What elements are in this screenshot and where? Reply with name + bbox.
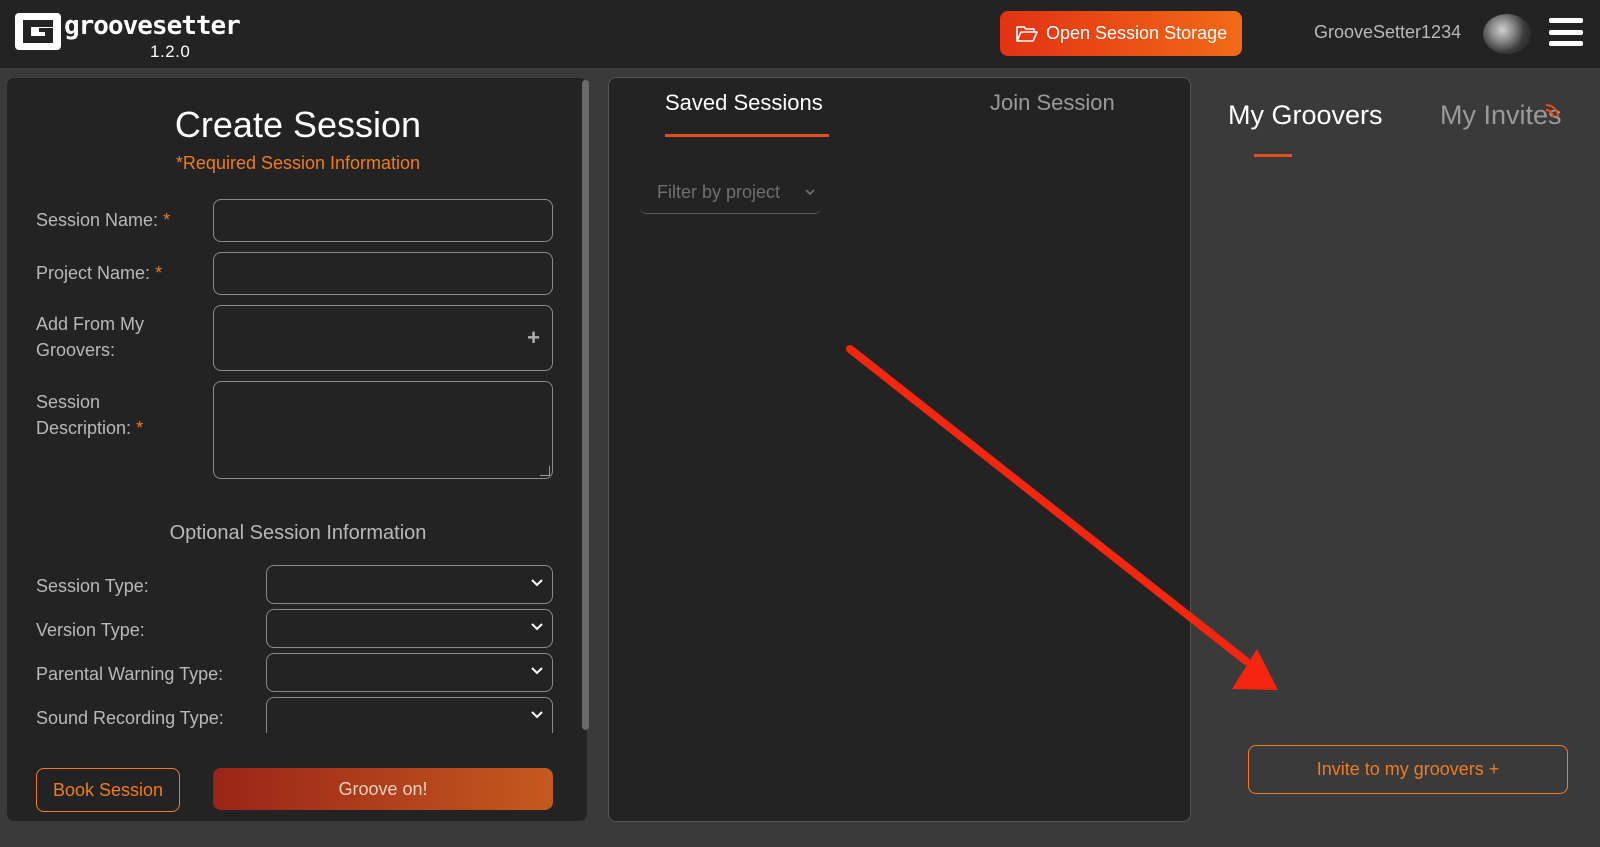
project-name-input[interactable] xyxy=(213,252,553,295)
invite-to-groovers-button[interactable]: Invite to my groovers + xyxy=(1248,745,1568,794)
filter-placeholder: Filter by project xyxy=(657,182,781,202)
chevron-down-icon xyxy=(531,623,543,631)
chevron-down-icon xyxy=(531,711,543,719)
hamburger-menu-icon[interactable] xyxy=(1549,18,1583,46)
app-version: 1.2.0 xyxy=(150,42,191,61)
add-groovers-input[interactable]: + xyxy=(213,305,553,371)
tab-join-session[interactable]: Join Session xyxy=(990,90,1115,116)
active-tab-underline xyxy=(1254,154,1292,157)
parental-warning-type-select[interactable] xyxy=(266,653,553,692)
project-name-label: Project Name: * xyxy=(36,263,163,283)
chevron-down-icon xyxy=(531,667,543,675)
add-groovers-label: Add From My Groovers: xyxy=(36,314,145,360)
logo-text: groovesetter xyxy=(64,11,241,41)
open-session-storage-label: Open Session Storage xyxy=(1046,23,1228,43)
chevron-down-icon xyxy=(805,189,815,196)
sessions-panel: Saved Sessions Join Session Filter by pr… xyxy=(608,77,1191,822)
version-type-select[interactable] xyxy=(266,609,553,648)
create-session-panel: Create Session *Required Session Informa… xyxy=(6,77,588,822)
folder-open-icon xyxy=(1016,25,1038,42)
open-session-storage-button[interactable]: Open Session Storage xyxy=(1000,11,1242,56)
session-name-input[interactable] xyxy=(213,199,553,242)
optional-info-heading: Optional Session Information xyxy=(169,522,427,544)
session-description-textarea[interactable] xyxy=(213,381,553,479)
groovers-panel: My Groovers My Invites Invite to my groo… xyxy=(1200,68,1600,823)
username[interactable]: GrooveSetter1234 xyxy=(1314,22,1461,43)
bottom-strip xyxy=(0,823,1600,847)
resize-handle-icon[interactable] xyxy=(540,466,550,476)
sound-recording-type-select[interactable] xyxy=(266,697,553,733)
parental-warning-type-label: Parental Warning Type: xyxy=(36,664,224,684)
version-type-label: Version Type: xyxy=(36,620,145,640)
book-session-button[interactable]: Book Session xyxy=(36,768,180,812)
logo-g-icon xyxy=(15,13,61,50)
plus-icon[interactable]: + xyxy=(527,325,540,351)
tab-my-groovers[interactable]: My Groovers xyxy=(1228,100,1383,131)
session-type-select[interactable] xyxy=(266,565,553,604)
chevron-down-icon xyxy=(531,579,543,587)
groove-on-button[interactable]: Groove on! xyxy=(213,768,553,810)
notification-signal-icon xyxy=(1545,104,1559,118)
active-tab-underline xyxy=(665,134,829,137)
user-avatar[interactable] xyxy=(1483,14,1531,54)
filter-by-project-select[interactable]: Filter by project xyxy=(639,178,822,214)
app-logo[interactable]: groovesetter xyxy=(15,11,241,50)
create-session-scrollbar[interactable] xyxy=(582,80,589,730)
sound-recording-type-label: Sound Recording Type: xyxy=(36,708,224,728)
required-info-note: *Required Session Information xyxy=(175,153,421,173)
create-session-title: Create Session xyxy=(174,104,422,145)
top-bar: groovesetter 1.2.0 Open Session Storage … xyxy=(0,0,1600,68)
session-description-label: Session Description: * xyxy=(36,392,144,438)
session-type-label: Session Type: xyxy=(36,576,149,596)
session-name-label: Session Name: * xyxy=(36,210,171,230)
tab-saved-sessions[interactable]: Saved Sessions xyxy=(665,90,823,116)
